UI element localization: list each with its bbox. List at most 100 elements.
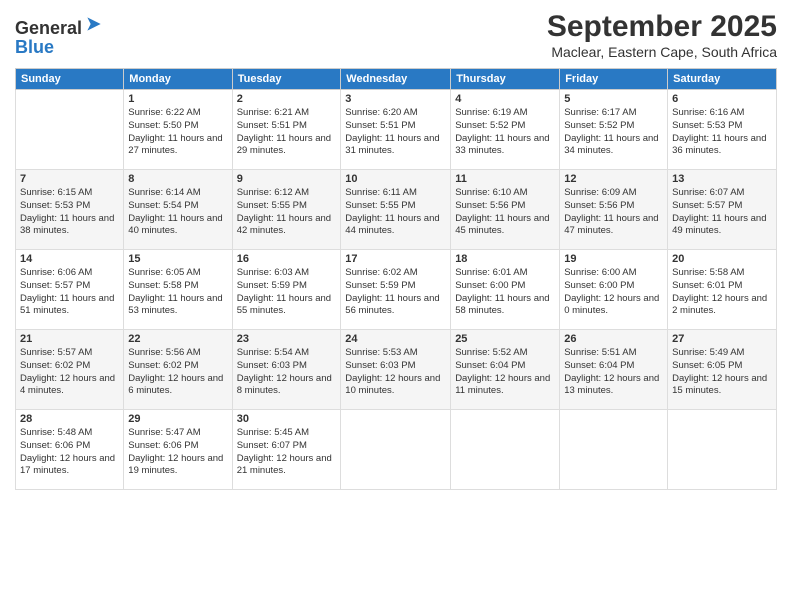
day-info: Sunrise: 5:57 AM Sunset: 6:02 PM Dayligh…: [20, 347, 119, 398]
calendar-cell: [560, 410, 668, 490]
calendar-cell: 10Sunrise: 6:11 AM Sunset: 5:55 PM Dayli…: [341, 170, 451, 250]
day-info: Sunrise: 6:16 AM Sunset: 5:53 PM Dayligh…: [672, 107, 772, 158]
day-info: Sunrise: 6:20 AM Sunset: 5:51 PM Dayligh…: [345, 107, 446, 158]
week-row-2: 7 Sunrise: 6:15 AM Sunset: 5:53 PM Daylig…: [16, 170, 777, 250]
day-info: Sunrise: 5:49 AM Sunset: 6:05 PM Dayligh…: [672, 347, 772, 398]
day-number: 7: [20, 173, 119, 185]
day-number: 1: [128, 93, 227, 105]
calendar-cell: 9 Sunrise: 6:12 AM Sunset: 5:55 PM Daylig…: [232, 170, 341, 250]
calendar-cell: 5Sunrise: 6:17 AM Sunset: 5:52 PM Daylig…: [560, 90, 668, 170]
day-number: 24: [345, 333, 446, 345]
week-row-4: 21 Sunrise: 5:57 AM Sunset: 6:02 PM Dayli…: [16, 330, 777, 410]
calendar-cell: 6 Sunrise: 6:16 AM Sunset: 5:53 PM Daylig…: [668, 90, 777, 170]
day-info: Sunrise: 5:52 AM Sunset: 6:04 PM Dayligh…: [455, 347, 555, 398]
calendar-cell: [451, 410, 560, 490]
calendar-cell: 18 Sunrise: 6:01 AM Sunset: 6:00 PM Dayli…: [451, 250, 560, 330]
calendar-cell: 19 Sunrise: 6:00 AM Sunset: 6:00 PM Dayli…: [560, 250, 668, 330]
day-number: 28: [20, 413, 119, 425]
calendar-cell: 3 Sunrise: 6:20 AM Sunset: 5:51 PM Daylig…: [341, 90, 451, 170]
day-number: 19: [564, 253, 663, 265]
day-number: 17: [345, 253, 446, 265]
day-info: Sunrise: 6:14 AM Sunset: 5:54 PM Dayligh…: [128, 187, 227, 238]
logo-text: General: [15, 14, 104, 39]
calendar-cell: 14 Sunrise: 6:06 AM Sunset: 5:57 PM Dayli…: [16, 250, 124, 330]
col-wednesday: Wednesday: [341, 69, 451, 90]
day-info: Sunrise: 6:21 AM Sunset: 5:51 PM Dayligh…: [237, 107, 337, 158]
day-info: Sunrise: 6:12 AM Sunset: 5:55 PM Dayligh…: [237, 187, 337, 238]
day-number: 10: [345, 173, 446, 185]
day-info: Sunrise: 6:09 AM Sunset: 5:56 PM Dayligh…: [564, 187, 663, 238]
day-info: Sunrise: 5:47 AM Sunset: 6:06 PM Dayligh…: [128, 427, 227, 478]
day-info: Sunrise: 6:15 AM Sunset: 5:53 PM Dayligh…: [20, 187, 119, 238]
calendar-cell: 11Sunrise: 6:10 AM Sunset: 5:56 PM Dayli…: [451, 170, 560, 250]
logo-blue: Blue: [15, 37, 104, 58]
calendar-cell: 30Sunrise: 5:45 AM Sunset: 6:07 PM Dayli…: [232, 410, 341, 490]
day-number: 6: [672, 93, 772, 105]
day-info: Sunrise: 5:54 AM Sunset: 6:03 PM Dayligh…: [237, 347, 337, 398]
calendar-cell: 29 Sunrise: 5:47 AM Sunset: 6:06 PM Dayli…: [124, 410, 232, 490]
day-number: 8: [128, 173, 227, 185]
day-info: Sunrise: 5:58 AM Sunset: 6:01 PM Dayligh…: [672, 267, 772, 318]
calendar-cell: 25 Sunrise: 5:52 AM Sunset: 6:04 PM Dayli…: [451, 330, 560, 410]
day-number: 12: [564, 173, 663, 185]
location: Maclear, Eastern Cape, South Africa: [547, 44, 777, 60]
day-number: 3: [345, 93, 446, 105]
day-number: 16: [237, 253, 337, 265]
day-number: 21: [20, 333, 119, 345]
col-tuesday: Tuesday: [232, 69, 341, 90]
calendar-cell: 13 Sunrise: 6:07 AM Sunset: 5:57 PM Dayli…: [668, 170, 777, 250]
calendar-header-row: Sunday Monday Tuesday Wednesday Thursday…: [16, 69, 777, 90]
calendar-table: Sunday Monday Tuesday Wednesday Thursday…: [15, 68, 777, 490]
col-friday: Friday: [560, 69, 668, 90]
calendar-cell: 4Sunrise: 6:19 AM Sunset: 5:52 PM Daylig…: [451, 90, 560, 170]
day-number: 27: [672, 333, 772, 345]
day-number: 11: [455, 173, 555, 185]
logo: General Blue: [15, 14, 104, 58]
calendar-cell: [16, 90, 124, 170]
day-info: Sunrise: 5:48 AM Sunset: 6:06 PM Dayligh…: [20, 427, 119, 478]
calendar-cell: 7 Sunrise: 6:15 AM Sunset: 5:53 PM Daylig…: [16, 170, 124, 250]
day-info: Sunrise: 5:51 AM Sunset: 6:04 PM Dayligh…: [564, 347, 663, 398]
day-number: 26: [564, 333, 663, 345]
col-sunday: Sunday: [16, 69, 124, 90]
week-row-3: 14 Sunrise: 6:06 AM Sunset: 5:57 PM Dayli…: [16, 250, 777, 330]
day-info: Sunrise: 6:17 AM Sunset: 5:52 PM Dayligh…: [564, 107, 663, 158]
calendar-cell: 23 Sunrise: 5:54 AM Sunset: 6:03 PM Dayli…: [232, 330, 341, 410]
day-number: 13: [672, 173, 772, 185]
calendar-cell: 16 Sunrise: 6:03 AM Sunset: 5:59 PM Dayli…: [232, 250, 341, 330]
day-info: Sunrise: 5:53 AM Sunset: 6:03 PM Dayligh…: [345, 347, 446, 398]
day-info: Sunrise: 5:45 AM Sunset: 6:07 PM Dayligh…: [237, 427, 337, 478]
title-block: September 2025 Maclear, Eastern Cape, So…: [547, 10, 777, 60]
logo-general: General: [15, 18, 82, 38]
day-number: 29: [128, 413, 227, 425]
day-info: Sunrise: 6:03 AM Sunset: 5:59 PM Dayligh…: [237, 267, 337, 318]
week-row-1: 1Sunrise: 6:22 AM Sunset: 5:50 PM Daylig…: [16, 90, 777, 170]
day-number: 20: [672, 253, 772, 265]
calendar-cell: 21 Sunrise: 5:57 AM Sunset: 6:02 PM Dayli…: [16, 330, 124, 410]
header: General Blue September 2025 Maclear, Eas…: [15, 10, 777, 60]
calendar-cell: 15Sunrise: 6:05 AM Sunset: 5:58 PM Dayli…: [124, 250, 232, 330]
month-title: September 2025: [547, 10, 777, 44]
day-number: 25: [455, 333, 555, 345]
calendar-cell: 24 Sunrise: 5:53 AM Sunset: 6:03 PM Dayli…: [341, 330, 451, 410]
day-number: 9: [237, 173, 337, 185]
calendar-cell: 12 Sunrise: 6:09 AM Sunset: 5:56 PM Dayli…: [560, 170, 668, 250]
day-info: Sunrise: 6:00 AM Sunset: 6:00 PM Dayligh…: [564, 267, 663, 318]
day-info: Sunrise: 6:02 AM Sunset: 5:59 PM Dayligh…: [345, 267, 446, 318]
calendar-cell: [341, 410, 451, 490]
day-info: Sunrise: 6:06 AM Sunset: 5:57 PM Dayligh…: [20, 267, 119, 318]
calendar-cell: [668, 410, 777, 490]
day-info: Sunrise: 6:01 AM Sunset: 6:00 PM Dayligh…: [455, 267, 555, 318]
col-monday: Monday: [124, 69, 232, 90]
day-info: Sunrise: 6:07 AM Sunset: 5:57 PM Dayligh…: [672, 187, 772, 238]
col-thursday: Thursday: [451, 69, 560, 90]
day-number: 23: [237, 333, 337, 345]
calendar-cell: 22Sunrise: 5:56 AM Sunset: 6:02 PM Dayli…: [124, 330, 232, 410]
calendar-cell: 1Sunrise: 6:22 AM Sunset: 5:50 PM Daylig…: [124, 90, 232, 170]
logo-arrow-icon: [84, 14, 104, 34]
day-number: 2: [237, 93, 337, 105]
day-number: 4: [455, 93, 555, 105]
day-number: 15: [128, 253, 227, 265]
day-number: 18: [455, 253, 555, 265]
day-number: 14: [20, 253, 119, 265]
